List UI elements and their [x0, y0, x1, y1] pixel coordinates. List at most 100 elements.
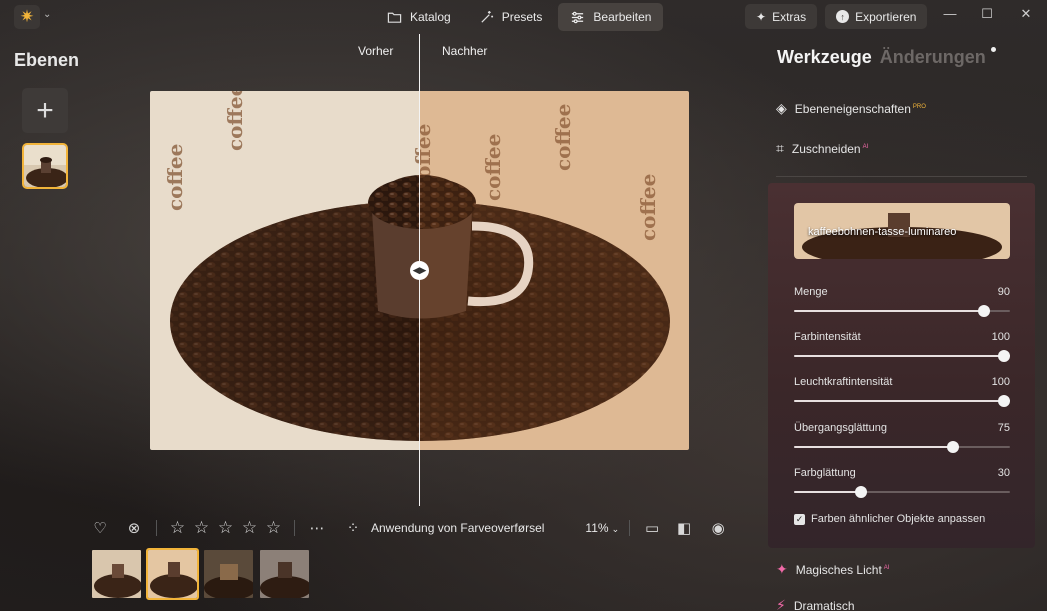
tool-zuschneiden[interactable]: ⌗ Zuschneiden AI: [776, 140, 868, 157]
layers-icon: ◈: [776, 100, 787, 116]
filmstrip-toggle-icon[interactable]: ▭: [640, 516, 664, 540]
divider: [776, 176, 1027, 177]
zoom-value: 11%: [585, 521, 609, 535]
tab-presets[interactable]: Presets: [467, 3, 555, 31]
film-thumbnail-selected[interactable]: [146, 548, 199, 600]
slider-track[interactable]: [794, 395, 1010, 407]
tool-magisches-licht[interactable]: ✦ Magisches Licht AI: [776, 561, 889, 578]
more-icon[interactable]: ⋯: [305, 516, 329, 540]
minimize-icon[interactable]: —: [940, 6, 960, 21]
star-icon[interactable]: ☆: [191, 517, 212, 539]
export-label: Exportieren: [855, 9, 917, 24]
slider-handle[interactable]: [947, 441, 959, 453]
film-thumbnail[interactable]: [90, 548, 143, 600]
film-thumbnail[interactable]: [202, 548, 255, 600]
tab-bearbeiten-label: Bearbeiten: [593, 10, 652, 24]
close-icon[interactable]: ✕: [1016, 6, 1036, 22]
slider-track[interactable]: [794, 441, 1010, 453]
slider-fill: [794, 355, 1004, 357]
export-button[interactable]: ↑ Exportieren: [825, 4, 928, 29]
ai-badge: AI: [862, 143, 869, 150]
tool-label: Dramatisch: [793, 598, 855, 611]
slider-value: 100: [991, 376, 1010, 388]
plus-icon: +: [36, 93, 54, 127]
changes-indicator-dot: [991, 47, 996, 52]
maximize-icon[interactable]: ☐: [977, 6, 997, 22]
compare-handle-icon[interactable]: ◀▶: [410, 261, 429, 280]
status-text: Anwendung von Farveoverførsel: [371, 521, 545, 535]
match-colors-checkbox[interactable]: ✓ Farben ähnlicher Objekte anpassen: [794, 513, 985, 525]
slider-fill: [794, 446, 953, 448]
crop-icon: ⌗: [776, 140, 784, 156]
thumbnail-image: [92, 550, 141, 598]
layers-title: Ebenen: [14, 50, 80, 70]
ai-badge: AI: [883, 564, 890, 571]
tab-presets-label: Presets: [501, 10, 543, 24]
star-icon[interactable]: ☆: [215, 517, 236, 539]
extras-button[interactable]: ✦ Extras: [745, 4, 818, 29]
slider-handle[interactable]: [978, 305, 990, 317]
after-label: Nachher: [442, 44, 488, 58]
cloth-print: coffee: [223, 91, 247, 151]
tool-label: Magisches Licht: [795, 562, 882, 577]
sliders-icon: [572, 11, 584, 23]
magic-sparkle-icon: ✦: [776, 561, 788, 577]
sun-logo-icon[interactable]: ✷: [14, 5, 40, 29]
slider-value: 75: [997, 422, 1010, 434]
tab-aenderungen[interactable]: Änderungen: [880, 47, 986, 68]
slider-handle[interactable]: [998, 350, 1010, 362]
slider-label: Übergangsglättung: [794, 422, 887, 434]
sparkle-wand-icon: [481, 10, 493, 23]
thumbnail-image: [148, 550, 197, 598]
tab-werkzeuge[interactable]: Werkzeuge: [777, 47, 872, 68]
heart-icon[interactable]: ♡: [88, 516, 112, 540]
slider-value: 90: [997, 286, 1010, 298]
sparkle-icon: ✦: [756, 9, 767, 24]
progress-spinner-icon: ⁘: [346, 520, 360, 537]
slider-handle[interactable]: [998, 395, 1010, 407]
checkbox-label: Farben ähnlicher Objekte anpassen: [811, 513, 986, 525]
slider-track[interactable]: [794, 305, 1010, 317]
separator: [294, 520, 295, 536]
filmstrip: [90, 548, 311, 600]
slider-value: 30: [997, 467, 1010, 479]
slider-track[interactable]: [794, 350, 1010, 362]
add-layer-button[interactable]: +: [22, 88, 68, 133]
slider-fill: [794, 491, 861, 493]
chevron-down-icon[interactable]: ⌄: [43, 9, 51, 20]
tab-bearbeiten[interactable]: Bearbeiten: [558, 3, 664, 31]
layer-thumbnail[interactable]: [22, 143, 68, 189]
reject-icon[interactable]: ⊗: [122, 516, 146, 540]
star-icon[interactable]: ☆: [239, 517, 260, 539]
tool-label: Ebeneneigenschaften: [794, 101, 911, 116]
checkbox-checked-icon[interactable]: ✓: [794, 513, 805, 525]
cloth-print: coffee: [163, 144, 187, 211]
slider-handle[interactable]: [855, 486, 867, 498]
separator: [156, 520, 157, 536]
slider-track[interactable]: [794, 486, 1010, 498]
separator: [629, 520, 631, 536]
eye-icon[interactable]: ◉: [706, 516, 730, 540]
slider-value: 100: [991, 331, 1010, 343]
slider-label: Farbglättung: [794, 467, 856, 479]
tool-ebeneneigenschaften[interactable]: ◈ Ebeneneigenschaften PRO: [776, 100, 926, 117]
film-thumbnail[interactable]: [258, 548, 311, 600]
panel-tabs: Werkzeuge Änderungen: [777, 47, 986, 68]
thumbnail-image: [204, 550, 253, 598]
pro-badge: PRO: [912, 103, 926, 110]
top-actions: ✦ Extras ↑ Exportieren: [745, 4, 928, 29]
thumbnail-image: [260, 550, 309, 598]
compare-view-icon[interactable]: ◧: [672, 516, 696, 540]
tool-dramatisch[interactable]: ⚡ Dramatisch: [776, 597, 855, 611]
lightning-icon: ⚡: [776, 597, 786, 611]
star-icon[interactable]: ☆: [167, 517, 188, 539]
top-bar: ✷ ⌄ Katalog Presets Bearbeiten ✦ Extras …: [0, 0, 1047, 34]
tab-katalog-label: Katalog: [410, 10, 451, 24]
chevron-down-icon: ⌄: [611, 524, 620, 534]
tool-label: Zuschneiden: [791, 141, 861, 156]
zoom-select[interactable]: 11% ⌄: [585, 521, 619, 535]
photo-toolbar: ♡ ⊗ ☆ ☆ ☆ ☆ ☆ ⋯ ⁘ Anwendung von Farveove…: [88, 516, 758, 540]
tab-katalog[interactable]: Katalog: [375, 3, 463, 31]
star-icon[interactable]: ☆: [263, 517, 284, 539]
rating-stars: ☆ ☆ ☆ ☆ ☆: [167, 517, 284, 539]
